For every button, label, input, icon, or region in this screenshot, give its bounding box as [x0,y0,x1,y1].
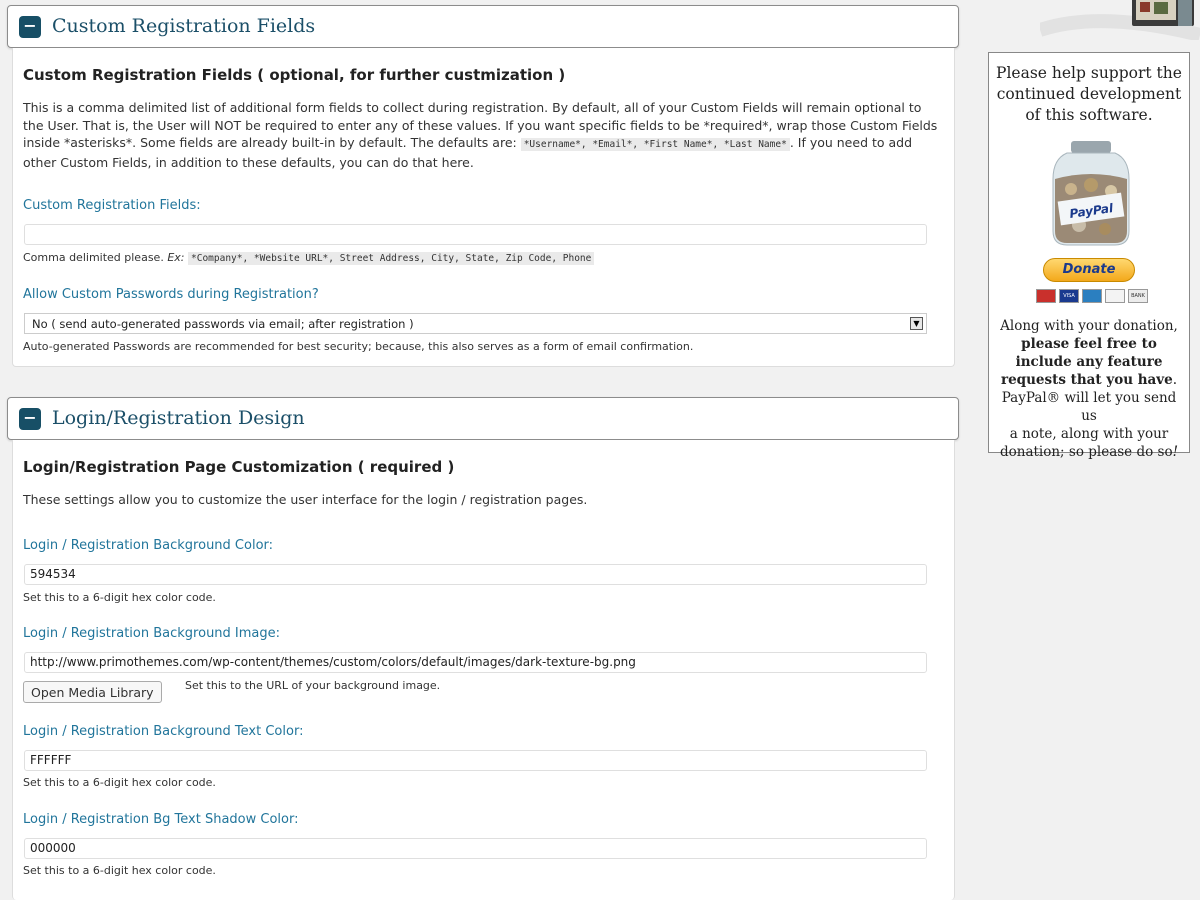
section-heading: Custom Registration Fields ( optional, f… [23,66,566,84]
paypal-donation-jar-icon: PayPal [1052,141,1130,246]
payment-cards: VISA BANK [1036,289,1148,303]
collapse-toggle-button[interactable]: − [19,408,41,430]
dropdown-arrow-icon[interactable]: ▼ [910,317,923,330]
note-bold-line: requests that you have [1000,372,1173,388]
open-media-library-button[interactable]: Open Media Library [23,681,162,703]
support-line: of this software. [1025,106,1153,124]
custom-fields-label: Custom Registration Fields: [23,198,201,213]
note-line: PayPal® will let you send us [1001,390,1177,424]
text-shadow-color-label: Login / Registration Bg Text Shadow Colo… [23,812,299,827]
section-header-login-registration-design[interactable]: − Login/Registration Design [7,397,959,440]
bg-text-color-note: Set this to a 6-digit hex color code. [23,776,216,789]
bg-text-color-label: Login / Registration Background Text Col… [23,724,304,739]
custom-fields-note: Comma delimited please. Ex: *Company*, *… [23,251,595,265]
section-title: Custom Registration Fields [52,15,316,37]
bg-color-note: Set this to a 6-digit hex color code. [23,591,216,604]
bank-icon: BANK [1128,289,1148,303]
text-shadow-color-input[interactable]: 000000 [24,838,927,859]
section-title: Login/Registration Design [52,407,305,429]
section-header-custom-registration-fields[interactable]: − Custom Registration Fields [7,5,959,48]
collapse-toggle-button[interactable]: − [19,16,41,38]
support-line: continued development [996,85,1182,103]
donate-button[interactable]: Donate [1043,258,1135,282]
donation-sidebar: Please help support the continued develo… [988,52,1190,460]
note-text: Comma delimited please. [23,251,164,264]
defaults-code: *Username*, *Email*, *First Name*, *Last… [520,138,790,151]
note-line: Along with your donation, [1000,318,1178,334]
custom-passwords-note: Auto-generated Passwords are recommended… [23,340,694,353]
support-line: Please help support the [996,64,1182,82]
note-bold-line: include any feature [1015,354,1163,370]
bg-color-input[interactable]: 594534 [24,564,927,585]
custom-passwords-label: Allow Custom Passwords during Registrati… [23,287,319,302]
bg-image-label: Login / Registration Background Image: [23,626,281,641]
select-value: No ( send auto-generated passwords via e… [32,317,414,331]
note-example-code: *Company*, *Website URL*, Street Address… [188,252,595,265]
section-description: This is a comma delimited list of additi… [23,99,943,171]
text-shadow-color-note: Set this to a 6-digit hex color code. [23,864,216,877]
note-example-label: Ex: [167,251,185,264]
donation-note: Along with your donation, please feel fr… [993,317,1185,461]
visa-icon: VISA [1059,289,1079,303]
section-heading: Login/Registration Page Customization ( … [23,458,455,476]
note-line: donation; so please do so [999,444,1173,460]
product-box-image [1040,0,1200,40]
discover-icon [1105,289,1125,303]
note-period: . [1172,372,1178,388]
custom-fields-input[interactable] [24,224,927,245]
section-description: These settings allow you to customize th… [23,492,588,507]
bg-text-color-input[interactable]: FFFFFF [24,750,927,771]
support-message: Please help support the continued develo… [989,63,1189,126]
bg-image-input[interactable]: http://www.primothemes.com/wp-content/th… [24,652,927,673]
custom-passwords-select[interactable]: No ( send auto-generated passwords via e… [24,313,927,334]
note-bold-line: please feel free to [1021,336,1157,352]
amex-icon [1082,289,1102,303]
note-line: a note, along with your [1009,426,1169,442]
note-exclamation: ! [1172,444,1179,460]
mastercard-icon [1036,289,1056,303]
section-body-login-registration-design: Login/Registration Page Customization ( … [12,440,955,900]
bg-image-note: Set this to the URL of your background i… [185,679,441,692]
section-body-custom-registration-fields: Custom Registration Fields ( optional, f… [12,48,955,367]
bg-color-label: Login / Registration Background Color: [23,538,274,553]
